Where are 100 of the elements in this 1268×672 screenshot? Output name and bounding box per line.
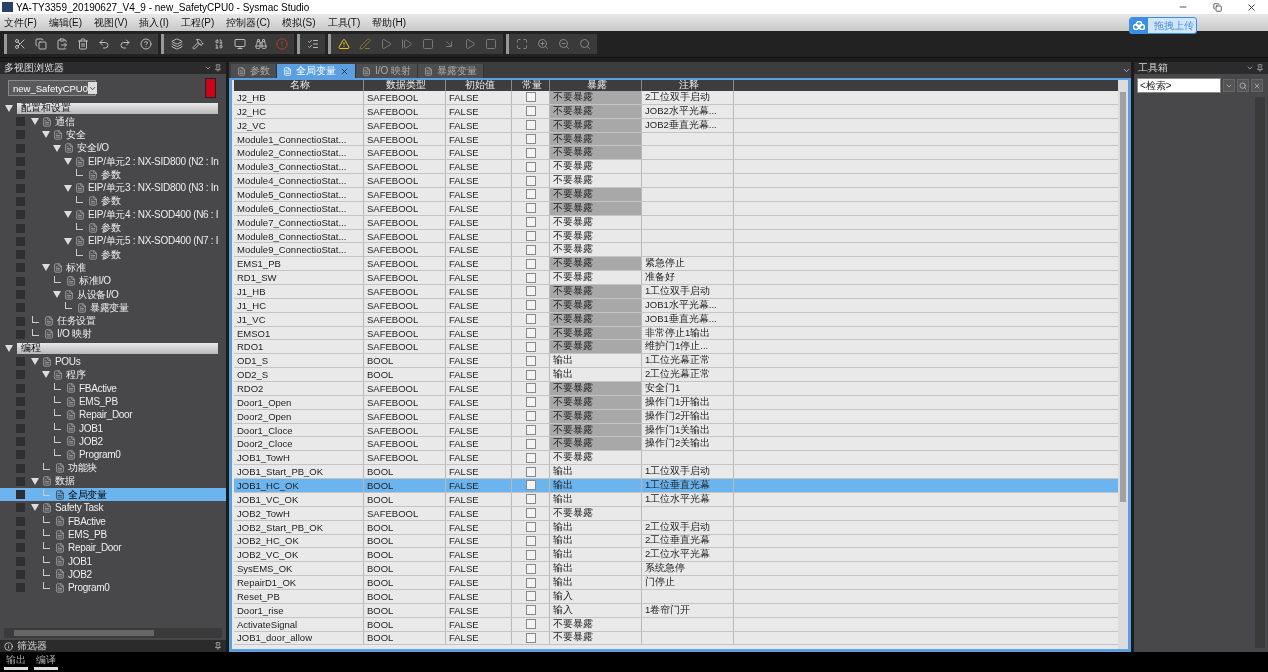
expand-triangle-icon[interactable] xyxy=(4,104,13,112)
checkbox[interactable] xyxy=(525,619,536,630)
menu-item[interactable]: 工具(T) xyxy=(327,15,361,30)
table-row[interactable]: JOB1_Start_PB_OK BOOL FALSE 输出 1工位双手启动 xyxy=(234,465,1118,480)
checkbox[interactable] xyxy=(525,397,536,408)
checkbox[interactable] xyxy=(525,577,536,588)
tree-item[interactable]: I/O 映射 xyxy=(0,327,226,342)
tree-item[interactable]: JOB1 xyxy=(0,554,226,568)
tree-item[interactable]: 安全 xyxy=(0,128,226,142)
tree-item[interactable]: 标准I/O xyxy=(0,274,226,288)
checkbox[interactable] xyxy=(525,508,536,519)
tree-item[interactable]: POUs xyxy=(0,355,226,369)
table-row[interactable]: JOB2_VC_OK BOOL FALSE 输出 2工位水平光幕 xyxy=(234,548,1118,563)
checkbox[interactable] xyxy=(525,355,536,366)
table-row[interactable]: Module4_ConnectioStat... SAFEBOOL FALSE 不要暴露 xyxy=(234,174,1118,188)
clear-button[interactable] xyxy=(1251,79,1263,92)
tree-item[interactable]: Safety Task xyxy=(0,501,226,515)
pin-icon[interactable] xyxy=(214,64,222,72)
checkbox[interactable] xyxy=(525,314,536,325)
tree-item[interactable]: JOB2 xyxy=(0,434,226,449)
dropdown-icon[interactable] xyxy=(204,64,212,72)
tree-item[interactable]: 参数 xyxy=(0,194,226,209)
table-row[interactable]: OD2_S BOOL FALSE 输出 2工位光幕正常 xyxy=(234,368,1118,383)
checkbox[interactable] xyxy=(525,106,536,117)
checkbox[interactable] xyxy=(525,480,536,491)
checkbox[interactable] xyxy=(525,92,536,103)
tree-item[interactable]: 标准 xyxy=(0,261,226,275)
tree-section-header[interactable]: 配置和设置 xyxy=(17,102,218,114)
checkbox[interactable] xyxy=(525,120,536,131)
tree-item[interactable]: 任务设置 xyxy=(0,314,226,328)
editor-tab[interactable]: 参数 xyxy=(231,64,277,78)
bottom-tab[interactable]: 输出 xyxy=(4,654,28,670)
tree-item[interactable]: FBActive xyxy=(0,514,226,528)
expand-triangle-icon[interactable] xyxy=(30,118,39,126)
expand-triangle-icon[interactable] xyxy=(4,344,13,352)
tree-item[interactable]: Repair_Door xyxy=(0,541,226,555)
menu-item[interactable]: 文件(F) xyxy=(4,15,37,30)
checkbox[interactable] xyxy=(525,300,536,311)
tree-item[interactable]: EMS_PB xyxy=(0,394,226,409)
checkbox[interactable] xyxy=(525,632,536,643)
table-row[interactable]: Module9_ConnectioStat... SAFEBOOL FALSE 不要暴露 xyxy=(234,243,1118,258)
menu-item[interactable]: 插入(I) xyxy=(139,15,169,30)
table-row[interactable]: JOB1_HC_OK BOOL FALSE 输出 1工位垂直光幕 xyxy=(234,479,1118,493)
checkbox[interactable] xyxy=(525,369,536,380)
checkbox[interactable] xyxy=(525,383,536,394)
checkbox[interactable] xyxy=(525,161,536,172)
tree-item[interactable]: 安全I/O xyxy=(0,141,226,155)
editor-tab[interactable]: 暴露变量 xyxy=(418,64,485,78)
checkbox[interactable] xyxy=(525,341,536,352)
table-row[interactable]: Module5_ConnectioStat... SAFEBOOL FALSE 不要暴露 xyxy=(234,188,1118,202)
checkbox[interactable] xyxy=(525,522,536,533)
checkbox[interactable] xyxy=(525,328,536,339)
tree-item[interactable]: 程序 xyxy=(0,368,226,382)
checkbox[interactable] xyxy=(525,549,536,560)
checkbox[interactable] xyxy=(525,605,536,616)
editor-tab[interactable]: I/O 映射 xyxy=(356,64,419,78)
dropdown-icon[interactable] xyxy=(1246,64,1254,72)
checkbox[interactable] xyxy=(525,563,536,574)
checkbox[interactable] xyxy=(525,258,536,269)
tree-item[interactable]: 从设备I/O xyxy=(0,287,226,302)
menu-item[interactable]: 模拟(S) xyxy=(282,15,316,30)
menu-item[interactable]: 编辑(E) xyxy=(48,15,83,30)
table-row[interactable]: Module2_ConnectioStat... SAFEBOOL FALSE 不要暴露 xyxy=(234,146,1118,161)
tree-item[interactable]: EIP/单元3 : NX-SID800 (N3 : In xyxy=(0,181,226,195)
tree-section-header[interactable]: 编程 xyxy=(17,342,218,354)
pin-icon[interactable] xyxy=(214,642,222,650)
table-row[interactable]: Door2_Cloce SAFEBOOL FALSE 不要暴露 操作门2关输出 xyxy=(234,437,1118,452)
table-row[interactable]: EMS1_PB SAFEBOOL FALSE 不要暴露 紧急停止 xyxy=(234,257,1118,272)
dropdown-button[interactable] xyxy=(1223,79,1235,92)
tree-item[interactable]: Repair_Door xyxy=(0,408,226,422)
checkbox[interactable] xyxy=(525,217,536,228)
table-row[interactable]: OD1_S BOOL FALSE 输出 1工位光幕正常 xyxy=(234,354,1118,369)
expand-triangle-icon[interactable] xyxy=(63,211,72,219)
menu-item[interactable]: 工程(P) xyxy=(180,15,215,30)
tree-item[interactable]: 通信 xyxy=(0,115,226,129)
table-row[interactable]: JOB1_TowH SAFEBOOL FALSE 不要暴露 xyxy=(234,451,1118,466)
help-icon[interactable] xyxy=(137,35,154,53)
checkbox[interactable] xyxy=(525,535,536,546)
tree-item[interactable]: FBActive xyxy=(0,381,226,395)
checkbox[interactable] xyxy=(525,452,536,463)
pin-icon[interactable] xyxy=(1256,64,1264,72)
table-row[interactable]: J2_HB SAFEBOOL FALSE 不要暴露 2工位双手启动 xyxy=(234,91,1118,105)
search-button[interactable] xyxy=(1237,79,1249,92)
checkbox[interactable] xyxy=(525,494,536,505)
tree-item[interactable]: JOB2 xyxy=(0,567,226,582)
checkbox[interactable] xyxy=(525,272,536,283)
tree-item[interactable]: 参数 xyxy=(0,168,226,182)
bottom-tab[interactable]: 编译 xyxy=(34,654,58,670)
table-row[interactable]: SysEMS_OK BOOL FALSE 输出 系统急停 xyxy=(234,562,1118,577)
horizontal-scrollbar[interactable] xyxy=(4,628,222,638)
checkbox[interactable] xyxy=(525,438,536,449)
copy-icon[interactable] xyxy=(32,35,49,53)
expand-triangle-icon[interactable] xyxy=(63,158,72,166)
table-row[interactable]: RepairD1_OK BOOL FALSE 输出 门停止 xyxy=(234,576,1118,590)
table-row[interactable]: J1_HB SAFEBOOL FALSE 不要暴露 1工位双手启动 xyxy=(234,285,1118,299)
search-field[interactable]: <检索> xyxy=(1137,78,1221,93)
expand-triangle-icon[interactable] xyxy=(52,291,61,298)
table-row[interactable]: RDO1 SAFEBOOL FALSE 不要暴露 维护门1停止... xyxy=(234,340,1118,355)
checkbox[interactable] xyxy=(525,189,536,200)
expand-triangle-icon[interactable] xyxy=(41,371,50,379)
